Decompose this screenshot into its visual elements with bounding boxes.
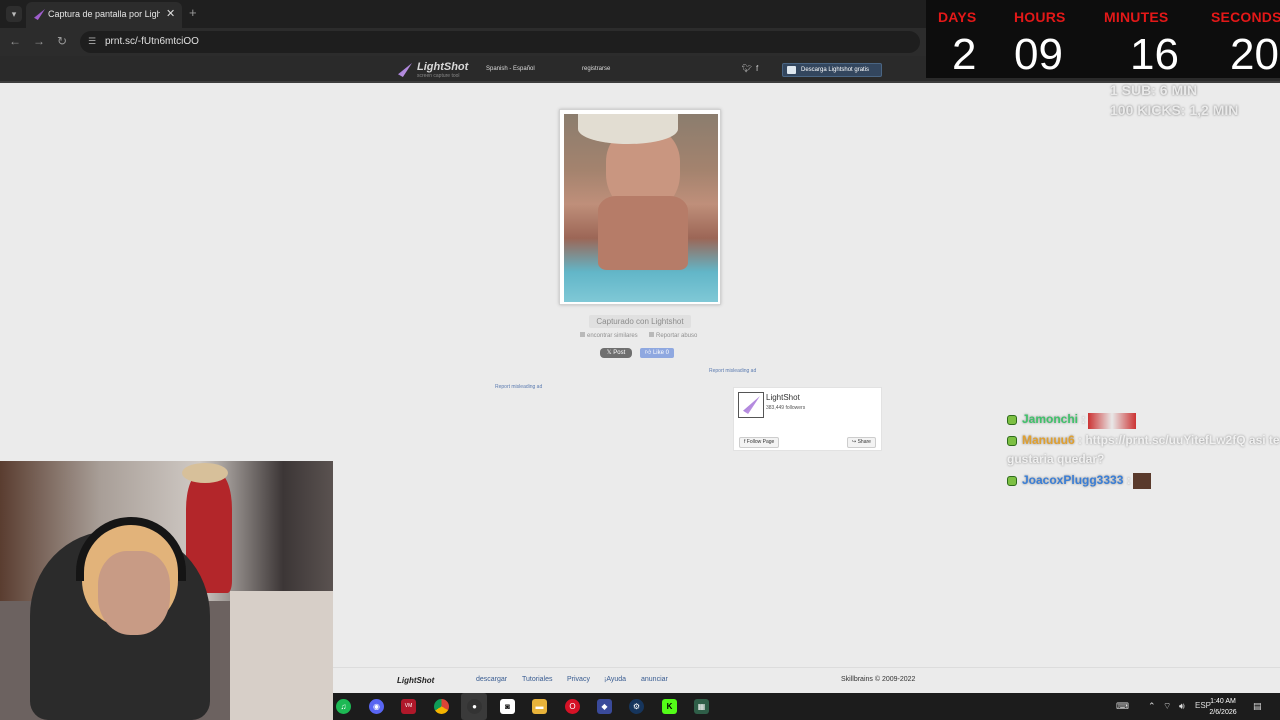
keyboard-icon[interactable]: ⌨	[1116, 701, 1129, 712]
sub-info-line: 1 SUB: 6 MIN	[1110, 82, 1198, 98]
tab-search-icon[interactable]: ▾	[6, 6, 22, 22]
capcut-icon[interactable]: ◙	[500, 699, 515, 714]
minecraft-icon[interactable]: ▦	[694, 699, 709, 714]
app-icon[interactable]: ◆	[597, 699, 612, 714]
lightshot-feather-icon	[743, 396, 760, 414]
tab-title: Captura de pantalla por Lightshot	[48, 9, 160, 19]
facebook-page-widget: LightShot 383,449 followers f Follow Pag…	[733, 387, 882, 451]
reload-icon[interactable]: ↻	[57, 34, 67, 48]
clock-date: 2/6/2026	[1209, 709, 1237, 716]
language-selector[interactable]: Spanish - Español	[486, 66, 535, 72]
find-similar-link[interactable]: encontrar similares	[580, 332, 638, 339]
kicks-info-line: 100 KICKS: 1,2 MIN	[1110, 102, 1239, 118]
lightshot-page-logo[interactable]	[738, 392, 764, 418]
footer-link-help[interactable]: ¡Ayuda	[604, 676, 626, 683]
discord-icon[interactable]: ◉	[369, 699, 384, 714]
lightshot-feather-icon	[398, 63, 412, 77]
seconds-value: 20	[1230, 30, 1279, 79]
footer-link-advertise[interactable]: anunciar	[641, 676, 668, 683]
chat-emote-image	[1088, 413, 1136, 429]
captured-with-lightshot-label[interactable]: Capturado con Lightshot	[589, 315, 691, 328]
obs-icon[interactable]: ●	[467, 699, 482, 714]
voicemeeter-icon[interactable]: VM	[401, 699, 416, 714]
report-abuse-link[interactable]: Reportar abuso	[649, 332, 697, 339]
network-icon[interactable]: ⌔	[1163, 701, 1171, 712]
hours-label: HOURS	[1014, 9, 1066, 25]
url-text[interactable]: prnt.sc/-fUtn6mtciOO	[105, 36, 199, 47]
follow-page-button[interactable]: f Follow Page	[739, 437, 780, 448]
facebook-like-button[interactable]: 👍︎ Like 0	[640, 348, 674, 358]
spotify-icon[interactable]: ♫	[336, 699, 351, 714]
tray-chevron-icon[interactable]: ⌃	[1148, 701, 1156, 712]
chat-badge-icon	[1007, 436, 1017, 446]
screenshot-image[interactable]	[564, 114, 718, 302]
minutes-label: MINUTES	[1104, 9, 1169, 25]
webcam-hat	[182, 463, 228, 483]
new-tab-icon[interactable]: +	[189, 5, 197, 20]
chat-text-continued: gustaria quedar?	[1007, 452, 1105, 466]
days-label: DAYS	[938, 9, 977, 25]
chat-username: Jamonchi	[1022, 412, 1079, 426]
chat-message: JoacoxPlugg3333 :	[1022, 473, 1131, 487]
chat-username: Manuuu6	[1022, 433, 1075, 447]
follower-count: 383,449 followers	[766, 405, 806, 411]
chrome-icon[interactable]	[434, 699, 449, 714]
share-button[interactable]: ↪ Share	[847, 437, 876, 448]
days-value: 2	[952, 30, 977, 79]
screenshot-image-frame[interactable]	[559, 109, 721, 305]
clock-time: 1:40 AM	[1210, 698, 1236, 705]
footer-link-tutorials[interactable]: Tutoriales	[522, 676, 552, 683]
file-explorer-icon[interactable]: ▬	[532, 699, 547, 714]
x-post-button[interactable]: 𝕏 Post	[600, 348, 632, 358]
chat-message: Manuuu6 : https://prnt.sc/uuYitefLw2fQ a…	[1022, 433, 1280, 447]
chat-emote-image	[1133, 473, 1151, 489]
hours-value: 09	[1014, 30, 1063, 79]
chat-username: JoacoxPlugg3333	[1022, 473, 1124, 487]
thumbs-up-icon: 👍︎	[645, 350, 653, 356]
footer-copyright[interactable]: Skillbrains © 2009-2022	[841, 676, 915, 683]
system-clock[interactable]: 1:40 AM 2/6/2026	[1201, 696, 1245, 718]
site-info-icon[interactable]: ☰	[88, 36, 96, 47]
notifications-icon[interactable]: ▤	[1253, 701, 1262, 712]
seconds-label: SECONDS	[1211, 9, 1280, 25]
kick-icon[interactable]: K	[662, 699, 677, 714]
footer-logo[interactable]: LightShot	[397, 676, 434, 685]
lightshot-logo[interactable]: LightShot	[417, 61, 468, 73]
stream-countdown: DAYS HOURS MINUTES SECONDS 2 09 16 20	[926, 0, 1280, 79]
steam-icon[interactable]: ⚙	[629, 699, 644, 714]
report-misleading-ad-link[interactable]: Report misleading ad	[495, 384, 542, 390]
download-icon	[787, 66, 796, 74]
chat-badge-icon	[1007, 476, 1017, 486]
back-icon[interactable]: ←	[9, 34, 21, 48]
report-icon	[649, 332, 654, 337]
facebook-icon[interactable]: f	[756, 64, 758, 73]
browser-tab[interactable]: Captura de pantalla por Lightshot ✕	[26, 2, 182, 28]
similar-icon	[580, 332, 585, 337]
volume-icon[interactable]: 🔊︎	[1179, 701, 1185, 712]
chat-text: https://prnt.sc/uuYitefLw2fQ asi te	[1085, 433, 1280, 447]
lightshot-favicon-icon	[34, 9, 45, 20]
windows-taskbar: ♫ ◉ VM ● ◙ ▬ O ◆ ⚙ K ▦ ⌨ ⌃ ⌔ 🔊︎ ESP 1:40…	[333, 693, 1280, 720]
footer-link-privacy[interactable]: Privacy	[567, 676, 590, 683]
download-lightshot-button[interactable]: Descarga Lightshot gratis	[782, 63, 882, 77]
lightshot-tagline: screen capture tool	[417, 73, 460, 79]
chat-badge-icon	[1007, 415, 1017, 425]
forward-icon[interactable]: →	[33, 34, 45, 48]
address-bar[interactable]: ☰ prnt.sc/-fUtn6mtciOO	[80, 31, 920, 53]
hair-shape	[578, 114, 678, 144]
webcam-bed	[230, 591, 333, 720]
opera-icon[interactable]: O	[565, 699, 580, 714]
neck-shape	[598, 196, 688, 270]
twitter-icon[interactable]: 🐦︎	[742, 64, 752, 73]
lightshot-footer: LightShot descargar Tutoriales Privacy ¡…	[333, 667, 1280, 693]
register-link[interactable]: registrarse	[582, 66, 610, 72]
report-misleading-ad-link[interactable]: Report misleading ad	[709, 368, 756, 374]
tab-close-icon[interactable]: ✕	[166, 7, 175, 20]
webcam-overlay	[0, 461, 333, 720]
footer-link-download[interactable]: descargar	[476, 676, 507, 683]
minutes-value: 16	[1130, 30, 1179, 79]
page-name[interactable]: LightShot	[766, 393, 800, 402]
chat-message: Jamonchi :	[1022, 412, 1086, 426]
